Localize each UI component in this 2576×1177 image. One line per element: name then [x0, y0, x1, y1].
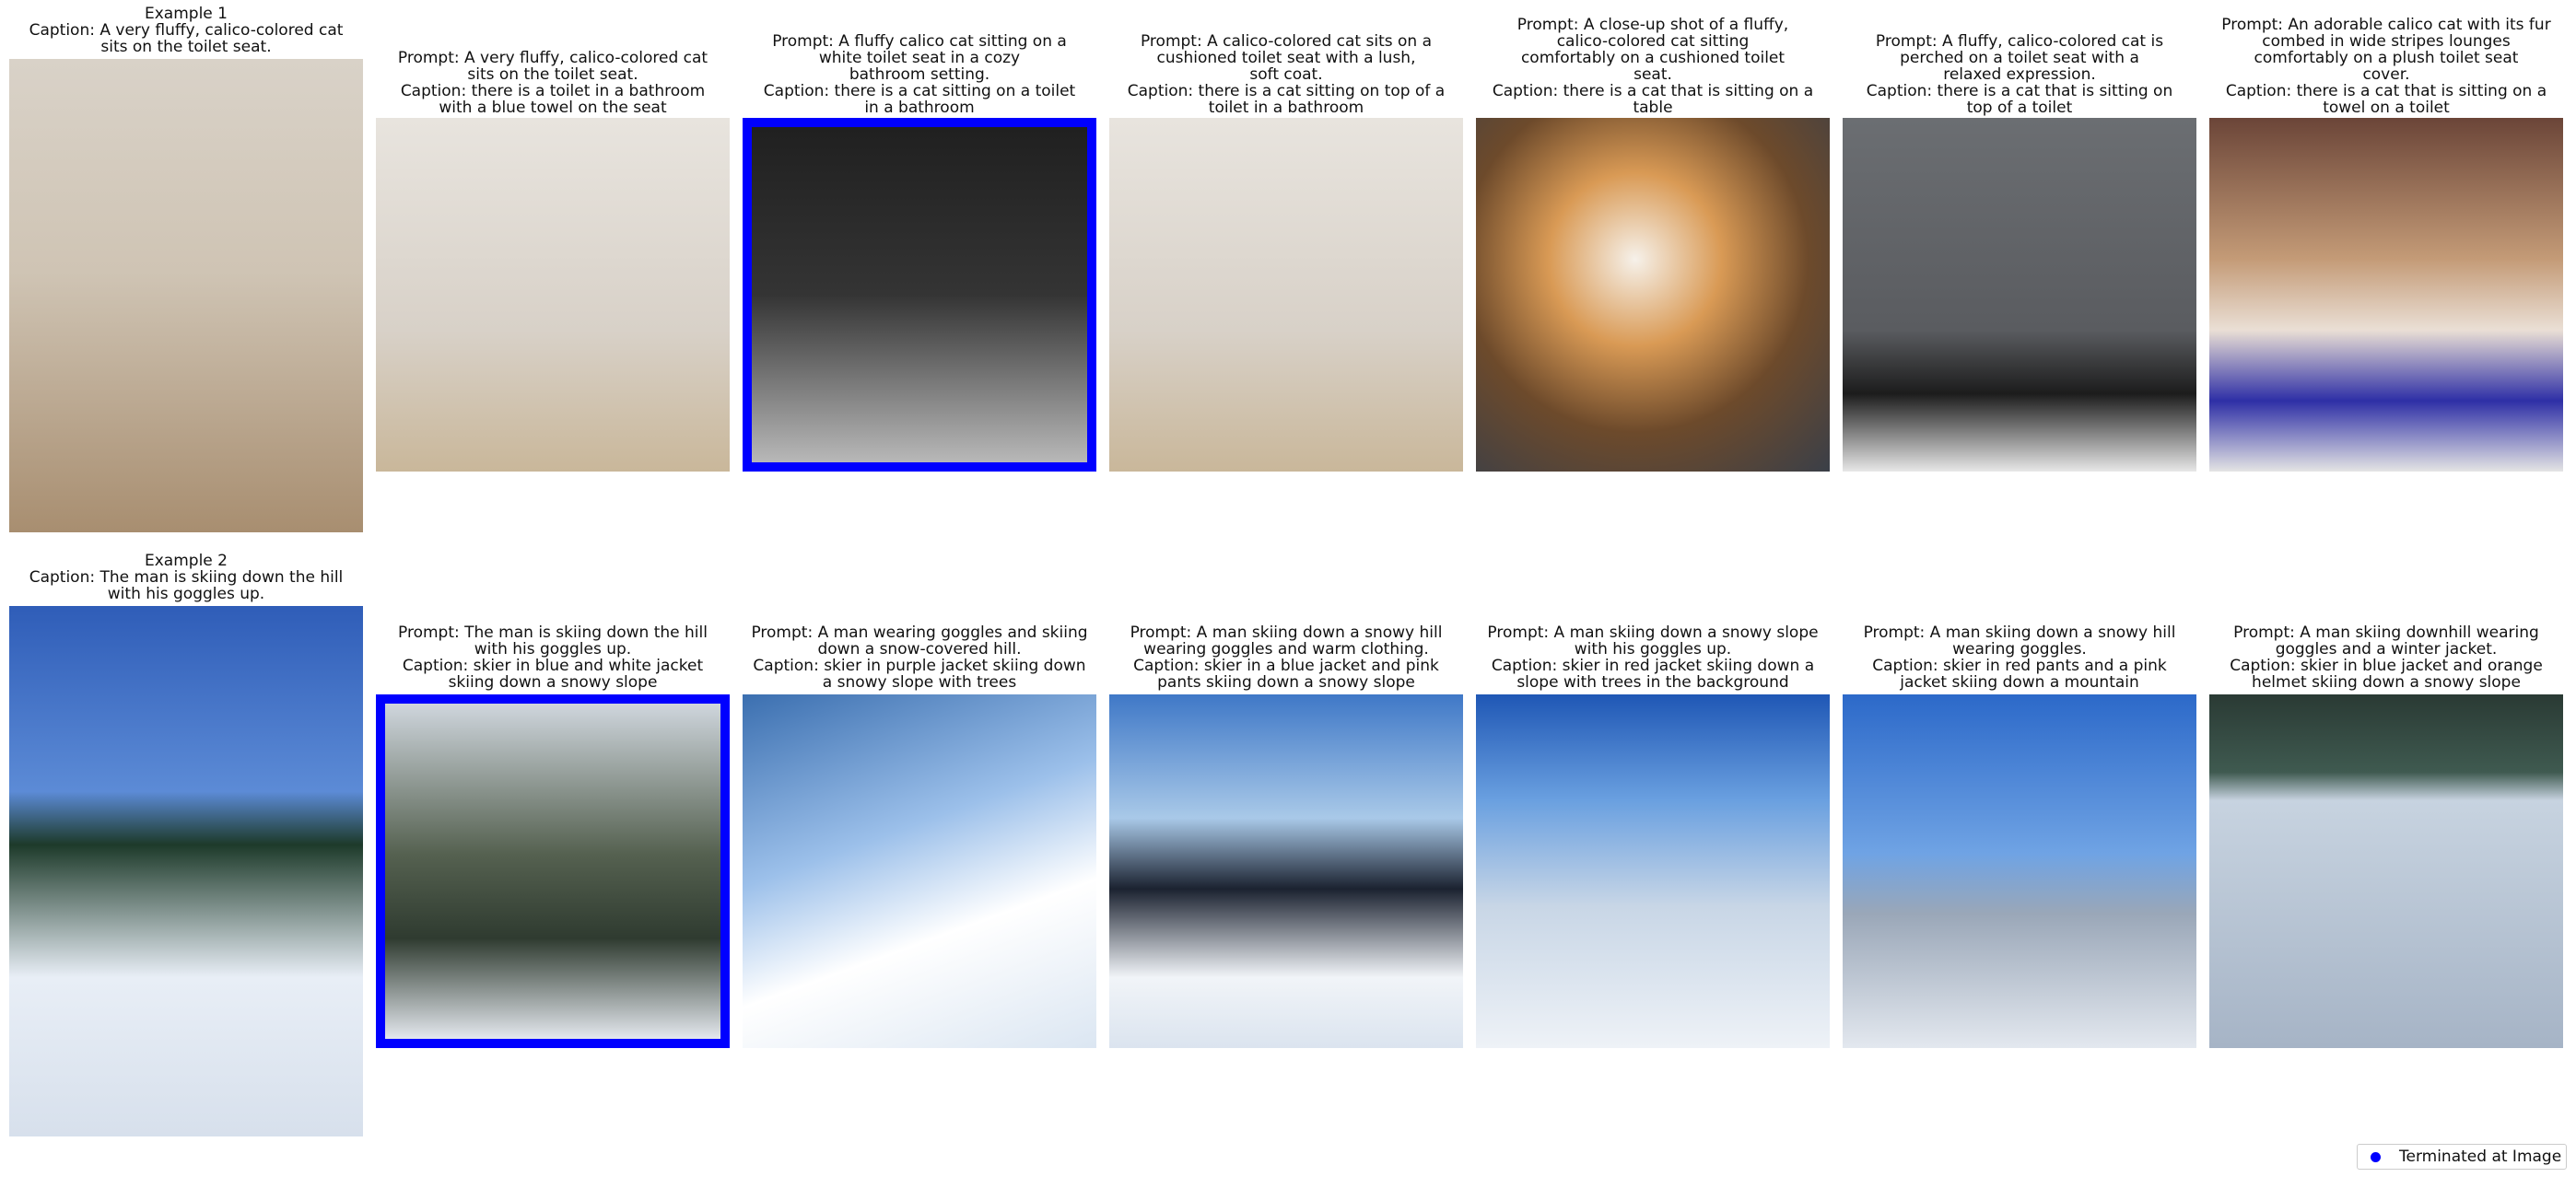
- row1-panel-1-image: [376, 118, 730, 472]
- row1-panel-5-caption: Prompt: A fluffy, calico-colored cat is …: [1866, 32, 2173, 117]
- row1-panel-2-caption: Prompt: A fluffy calico cat sitting on a…: [763, 32, 1076, 117]
- row2-panel-6-caption: Prompt: A man skiing downhill wearing go…: [2230, 623, 2543, 692]
- row2-panel-2-image: [743, 694, 1096, 1048]
- row2-panel-1-caption: Prompt: The man is skiing down the hill …: [398, 623, 708, 692]
- row2-panel-5-caption: Prompt: A man skiing down a snowy hill w…: [1863, 623, 2176, 692]
- row1-panel-6-image: [2209, 118, 2563, 472]
- row2-panel-3-caption: Prompt: A man skiing down a snowy hill w…: [1130, 623, 1443, 692]
- row2-panel-3-image: [1109, 694, 1463, 1048]
- row2-panel-4-image: [1476, 694, 1830, 1048]
- row2-panel-1-image: [376, 694, 730, 1048]
- row1-panel-4-caption: Prompt: A close-up shot of a fluffy, cal…: [1492, 16, 1814, 117]
- row2-panel-6-image: [2209, 694, 2563, 1048]
- row2-panel-5-image: [1843, 694, 2196, 1048]
- legend-label: Terminated at Image: [2399, 1148, 2562, 1166]
- row2-panel-4-caption: Prompt: A man skiing down a snowy slope …: [1487, 623, 1819, 692]
- legend-marker-icon: [2371, 1151, 2381, 1162]
- example-2-caption: Example 2 Caption: The man is skiing dow…: [29, 552, 344, 603]
- row1-panel-2-image: [743, 118, 1096, 472]
- example-2-image: [9, 606, 363, 1136]
- legend: Terminated at Image: [2357, 1144, 2567, 1170]
- example-1-image: [9, 59, 363, 532]
- example-1-caption: Example 1 Caption: A very fluffy, calico…: [29, 5, 344, 56]
- row1-panel-4-image: [1476, 118, 1830, 472]
- row1-panel-6-caption: Prompt: An adorable calico cat with its …: [2221, 16, 2551, 117]
- row1-panel-5-image: [1843, 118, 2196, 472]
- row1-panel-1-caption: Prompt: A very fluffy, calico-colored ca…: [397, 49, 708, 117]
- row1-panel-3-image: [1109, 118, 1463, 472]
- row1-panel-3-caption: Prompt: A calico-colored cat sits on a c…: [1127, 32, 1446, 117]
- row2-panel-2-caption: Prompt: A man wearing goggles and skiing…: [751, 623, 1088, 692]
